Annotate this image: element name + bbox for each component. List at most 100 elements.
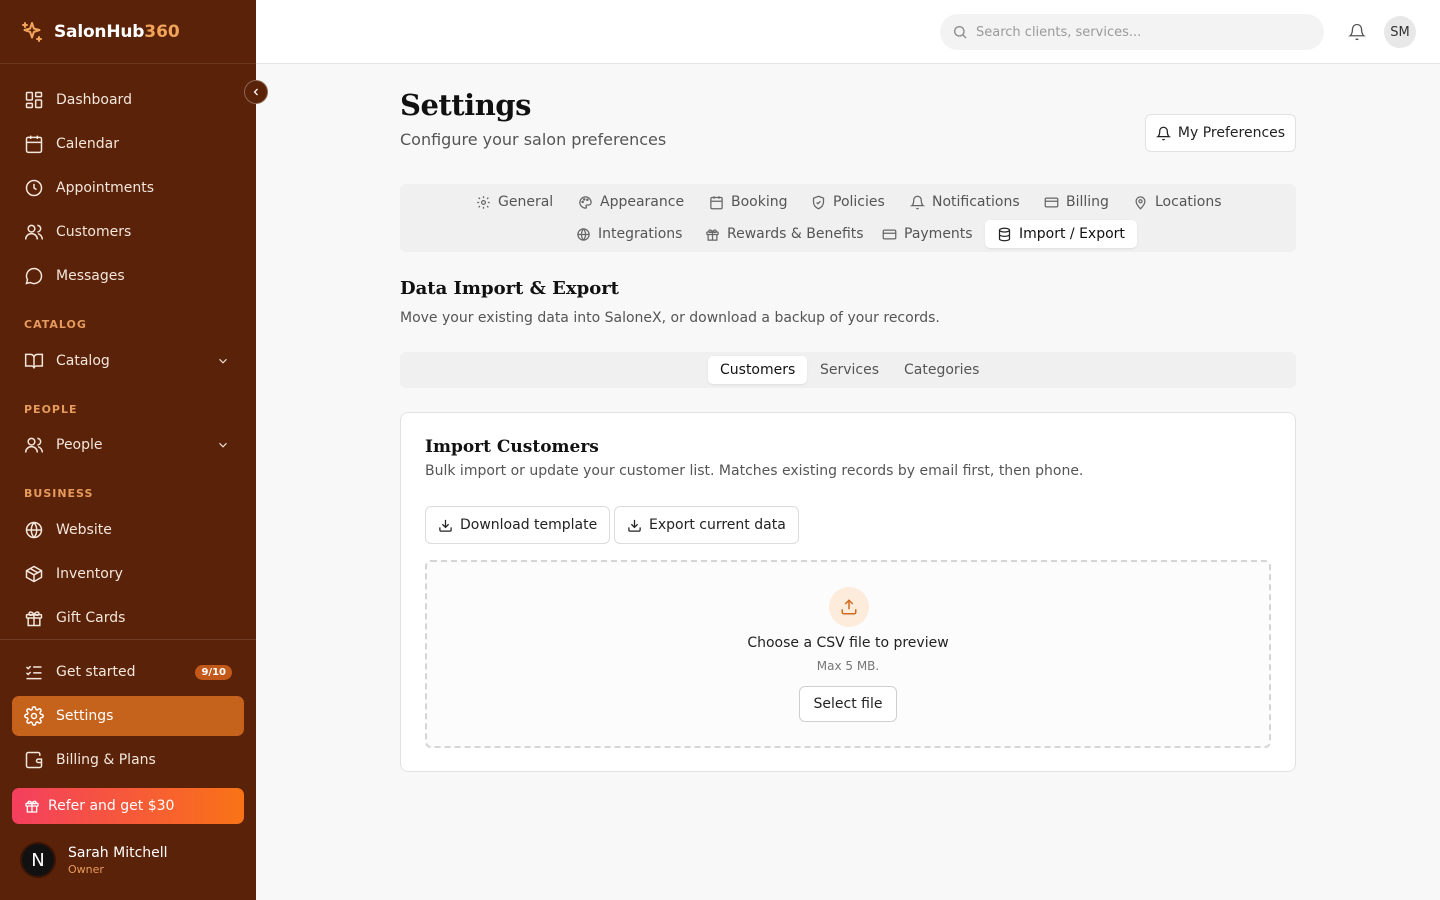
sidebar-item-settings[interactable]: Settings [12, 696, 244, 736]
button-label: Export current data [649, 517, 786, 533]
calendar-icon [25, 135, 43, 154]
credit-card-icon [882, 229, 897, 239]
csv-dropzone[interactable]: Choose a CSV file to preview Max 5 MB. S… [425, 560, 1271, 748]
sidebar: SalonHub 360 Dashboard Calendar Appointme… [0, 0, 256, 900]
sidebar-item-label: Get started [56, 664, 136, 680]
user-role: Owner [68, 862, 104, 876]
book-open-icon [24, 353, 44, 369]
search-bar[interactable] [940, 14, 1324, 50]
sidebar-item-website[interactable]: Website [12, 510, 244, 550]
sidebar-item-label: Dashboard [56, 92, 132, 108]
subtab-services[interactable]: Services [808, 356, 891, 384]
bell-icon[interactable] [1348, 23, 1366, 41]
tab-label: Appearance [600, 194, 685, 210]
sidebar-item-customers[interactable]: Customers [12, 212, 244, 252]
my-preferences-label: My Preferences [1177, 125, 1286, 141]
gift-icon [25, 611, 43, 627]
sidebar-item-people[interactable]: People [12, 425, 244, 465]
tab-notifications[interactable]: Notifications [898, 188, 1032, 216]
tab-label: Billing [1066, 194, 1109, 210]
section-title: Data Import & Export [400, 278, 619, 299]
refer-button[interactable]: Refer and get $30 [12, 788, 244, 824]
download-template-button[interactable]: Download template [425, 506, 611, 544]
avatar: N [20, 842, 56, 878]
gear-icon [24, 706, 44, 726]
tab-appearance[interactable]: Appearance [566, 188, 696, 216]
users-icon [24, 224, 44, 240]
my-preferences-button[interactable]: My Preferences [1145, 114, 1296, 152]
calendar-icon [710, 195, 723, 209]
sidebar-collapse-button[interactable] [244, 80, 268, 104]
dropzone-subtitle: Max 5 MB. [816, 659, 880, 673]
search-input[interactable] [976, 24, 1296, 40]
tab-payments[interactable]: Payments [870, 220, 985, 248]
globe-icon [25, 521, 43, 539]
sidebar-item-label: Customers [56, 224, 132, 240]
section-label-business: BUSINESS [24, 487, 94, 500]
tab-import-export[interactable]: Import / Export [985, 220, 1137, 248]
tab-label: Rewards & Benefits [727, 226, 864, 242]
gift-icon [25, 800, 39, 813]
tab-label: Import / Export [1019, 226, 1125, 242]
select-file-button[interactable]: Select file [799, 686, 897, 722]
topbar: SM [256, 0, 1440, 64]
palette-icon [579, 195, 592, 209]
sidebar-item-appointments[interactable]: Appointments [12, 168, 244, 208]
sidebar-item-label: Calendar [56, 136, 119, 152]
bell-icon [1155, 126, 1171, 140]
tab-label: Policies [833, 194, 885, 210]
download-icon [439, 519, 452, 532]
tab-general[interactable]: General [464, 188, 565, 216]
sidebar-item-messages[interactable]: Messages [12, 256, 244, 296]
tab-billing[interactable]: Billing [1032, 188, 1121, 216]
clock-icon [25, 179, 43, 197]
sidebar-divider [0, 639, 256, 640]
sidebar-item-get-started[interactable]: Get started 9/10 [12, 652, 244, 692]
sidebar-item-calendar[interactable]: Calendar [12, 124, 244, 164]
chevron-down-icon [219, 442, 227, 448]
list-checks-icon [25, 665, 42, 680]
sidebar-item-dashboard[interactable]: Dashboard [12, 80, 244, 120]
grid-icon [25, 91, 43, 109]
sparkle-logo-icon [22, 21, 42, 42]
tab-label: Integrations [598, 226, 683, 242]
user-profile[interactable]: N Sarah Mitchell Owner [20, 842, 168, 878]
shield-check-icon [812, 195, 825, 209]
upload-icon [841, 599, 857, 615]
subtab-categories[interactable]: Categories [892, 356, 991, 384]
package-icon [25, 565, 43, 583]
sidebar-item-billing[interactable]: Billing & Plans [12, 740, 244, 780]
users-icon [24, 437, 44, 453]
brand[interactable]: SalonHub 360 [0, 0, 256, 64]
chevron-down-icon [219, 358, 227, 364]
tab-rewards[interactable]: Rewards & Benefits [693, 220, 876, 248]
sidebar-item-label: Catalog [56, 353, 110, 369]
sidebar-item-gift-cards[interactable]: Gift Cards [12, 598, 244, 638]
tab-label: Locations [1155, 194, 1222, 210]
sidebar-item-label: Gift Cards [56, 610, 126, 626]
sidebar-item-label: Settings [56, 708, 114, 724]
section-subtitle: Move your existing data into SaloneX, or… [400, 310, 940, 326]
subtab-customers[interactable]: Customers [708, 356, 808, 384]
upload-icon-wrapper [829, 587, 869, 627]
refer-label: Refer and get $30 [48, 798, 175, 814]
tab-locations[interactable]: Locations [1121, 188, 1234, 216]
sidebar-item-label: Billing & Plans [56, 752, 156, 768]
tab-integrations[interactable]: Integrations [564, 220, 694, 248]
sidebar-item-label: Website [56, 522, 112, 538]
tab-policies[interactable]: Policies [799, 188, 897, 216]
card-title: Import Customers [425, 437, 599, 457]
export-current-data-button[interactable]: Export current data [614, 506, 799, 544]
import-customers-card: Import Customers Bulk import or update y… [400, 412, 1296, 772]
sidebar-item-catalog[interactable]: Catalog [12, 341, 244, 381]
page-subtitle: Configure your salon preferences [400, 130, 667, 149]
button-label: Download template [460, 517, 598, 533]
sidebar-item-label: Messages [56, 268, 125, 284]
sidebar-item-inventory[interactable]: Inventory [12, 554, 244, 594]
avatar[interactable]: SM [1384, 16, 1416, 48]
progress-badge: 9/10 [195, 664, 232, 680]
database-icon [998, 227, 1011, 241]
section-label-catalog: CATALOG [24, 318, 87, 331]
page-title: Settings [400, 88, 531, 122]
tab-booking[interactable]: Booking [697, 188, 800, 216]
